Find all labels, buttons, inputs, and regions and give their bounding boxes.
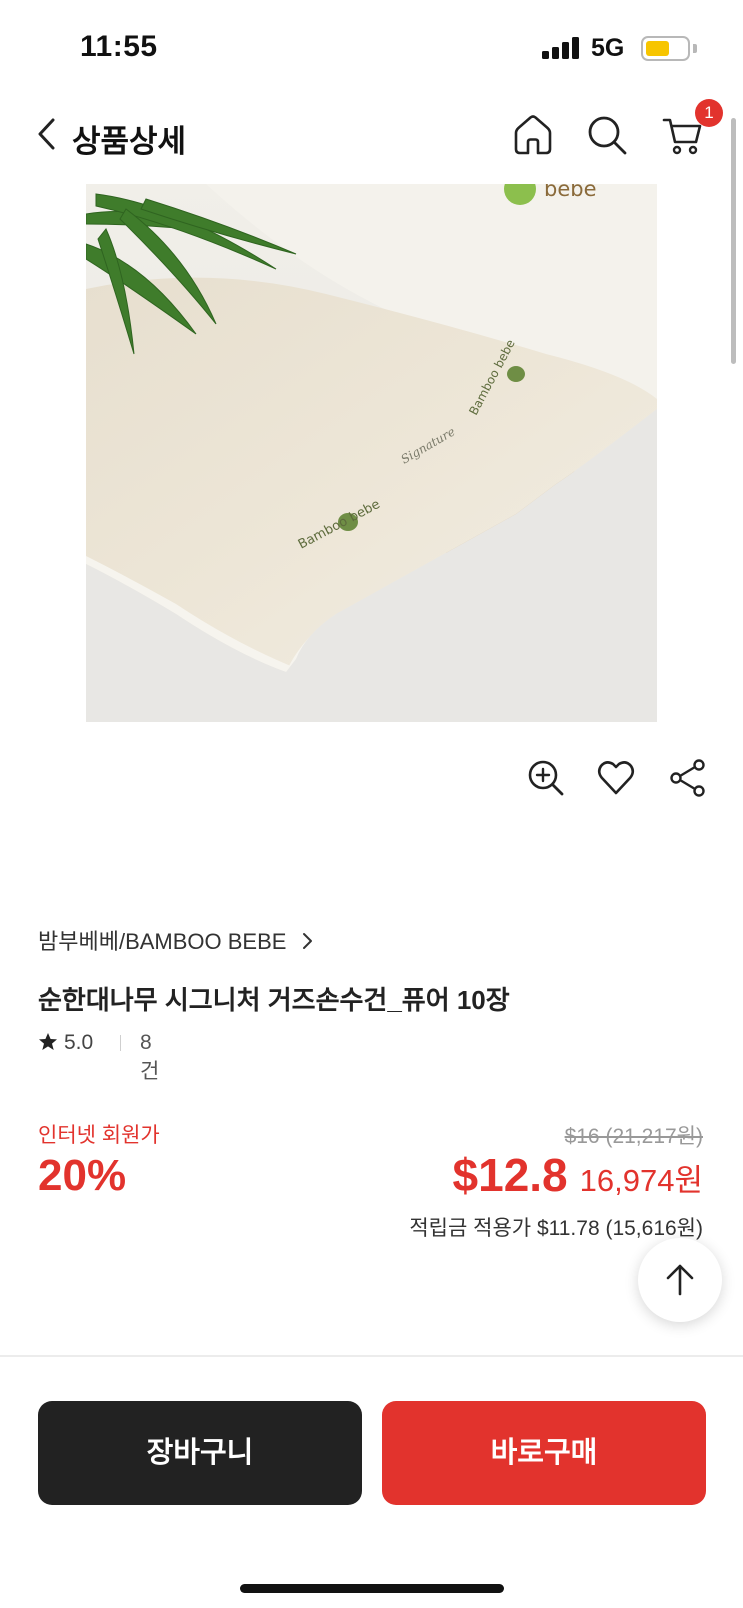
divider [120,1035,121,1051]
network-label: 5G [591,34,625,62]
review-count: 8건 [140,1031,160,1083]
back-button[interactable] [32,114,62,154]
scroll-indicator[interactable] [731,118,736,364]
logo-text: bebe [544,184,597,201]
product-image[interactable]: Bamboo bebe Bamboo bebe Signature bebe [86,184,657,722]
chevron-right-icon [302,933,312,949]
zoom-button[interactable] [524,756,568,800]
arrow-up-icon [666,1264,694,1296]
share-icon [670,759,705,797]
header: 상품상세 1 [0,96,743,180]
add-to-cart-button[interactable]: 장바구니 [38,1401,362,1505]
status-time: 11:55 [80,30,158,63]
chevron-left-icon [38,118,55,150]
scroll-top-button[interactable] [638,1238,722,1322]
battery-cap [693,44,697,53]
price-krw: 16,974원 [579,1163,703,1198]
star-icon [39,1033,57,1050]
brand-name: 밤부베베/BAMBOO BEBE [38,929,287,954]
signal-icon [542,37,582,59]
original-price: $16 (21,217원) [564,1125,703,1148]
zoom-in-icon [528,760,564,796]
home-button[interactable] [510,112,556,158]
share-button[interactable] [666,756,710,800]
status-bar: 11:55 5G [0,0,743,92]
page-title: 상품상세 [72,124,187,159]
member-price-label: 인터넷 회원가 [38,1124,160,1147]
bottom-action-bar: 장바구니 바로구매 [0,1355,743,1608]
battery-icon [641,36,690,61]
search-button[interactable] [584,112,630,158]
sale-price: $12.8 16,974원 [453,1148,703,1202]
rating-value: 5.0 [64,1031,94,1054]
product-name: 순한대나무 시그니처 거즈손수건_퓨어 10장 [38,985,510,1015]
price-usd: $12.8 [452,1149,568,1201]
discount-rate: 20% [38,1151,127,1200]
brand-link[interactable]: 밤부베베/BAMBOO BEBE [38,924,313,956]
heart-icon [597,761,635,795]
search-icon [588,116,627,155]
home-indicator[interactable] [240,1584,504,1593]
wishlist-button[interactable] [594,756,638,800]
cart-count-badge: 1 [695,99,723,127]
home-icon [514,115,552,155]
buy-now-button[interactable]: 바로구매 [382,1401,706,1505]
